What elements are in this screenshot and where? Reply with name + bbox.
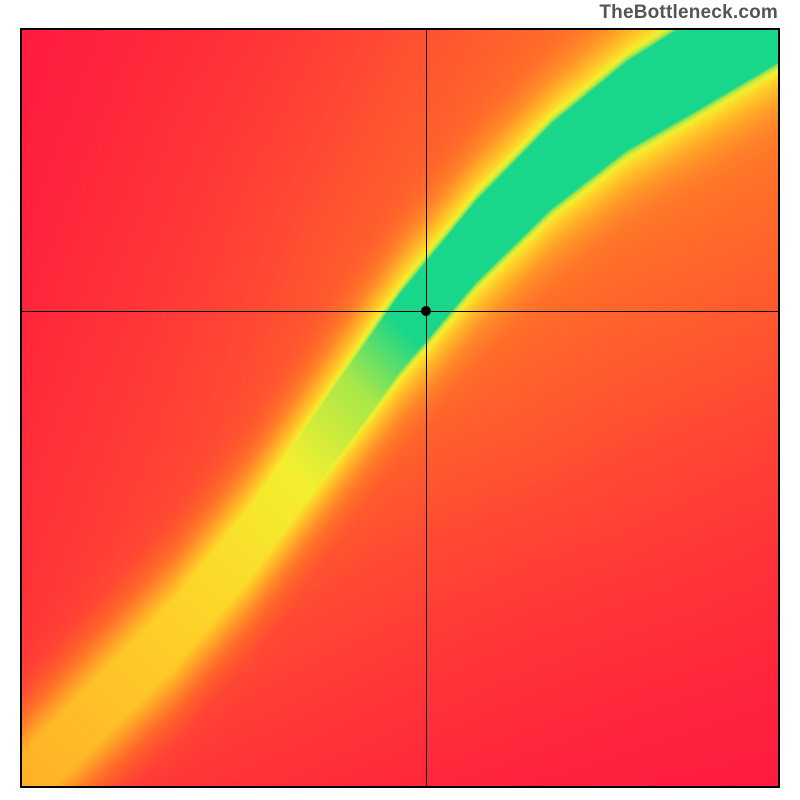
- attribution-text: TheBottleneck.com: [599, 2, 778, 24]
- crosshair-horizontal: [22, 311, 778, 312]
- plot-area[interactable]: [20, 28, 780, 788]
- chart-container: TheBottleneck.com: [0, 0, 800, 800]
- marker-dot[interactable]: [421, 306, 431, 316]
- crosshair-vertical: [426, 30, 427, 786]
- crosshair[interactable]: [22, 30, 778, 786]
